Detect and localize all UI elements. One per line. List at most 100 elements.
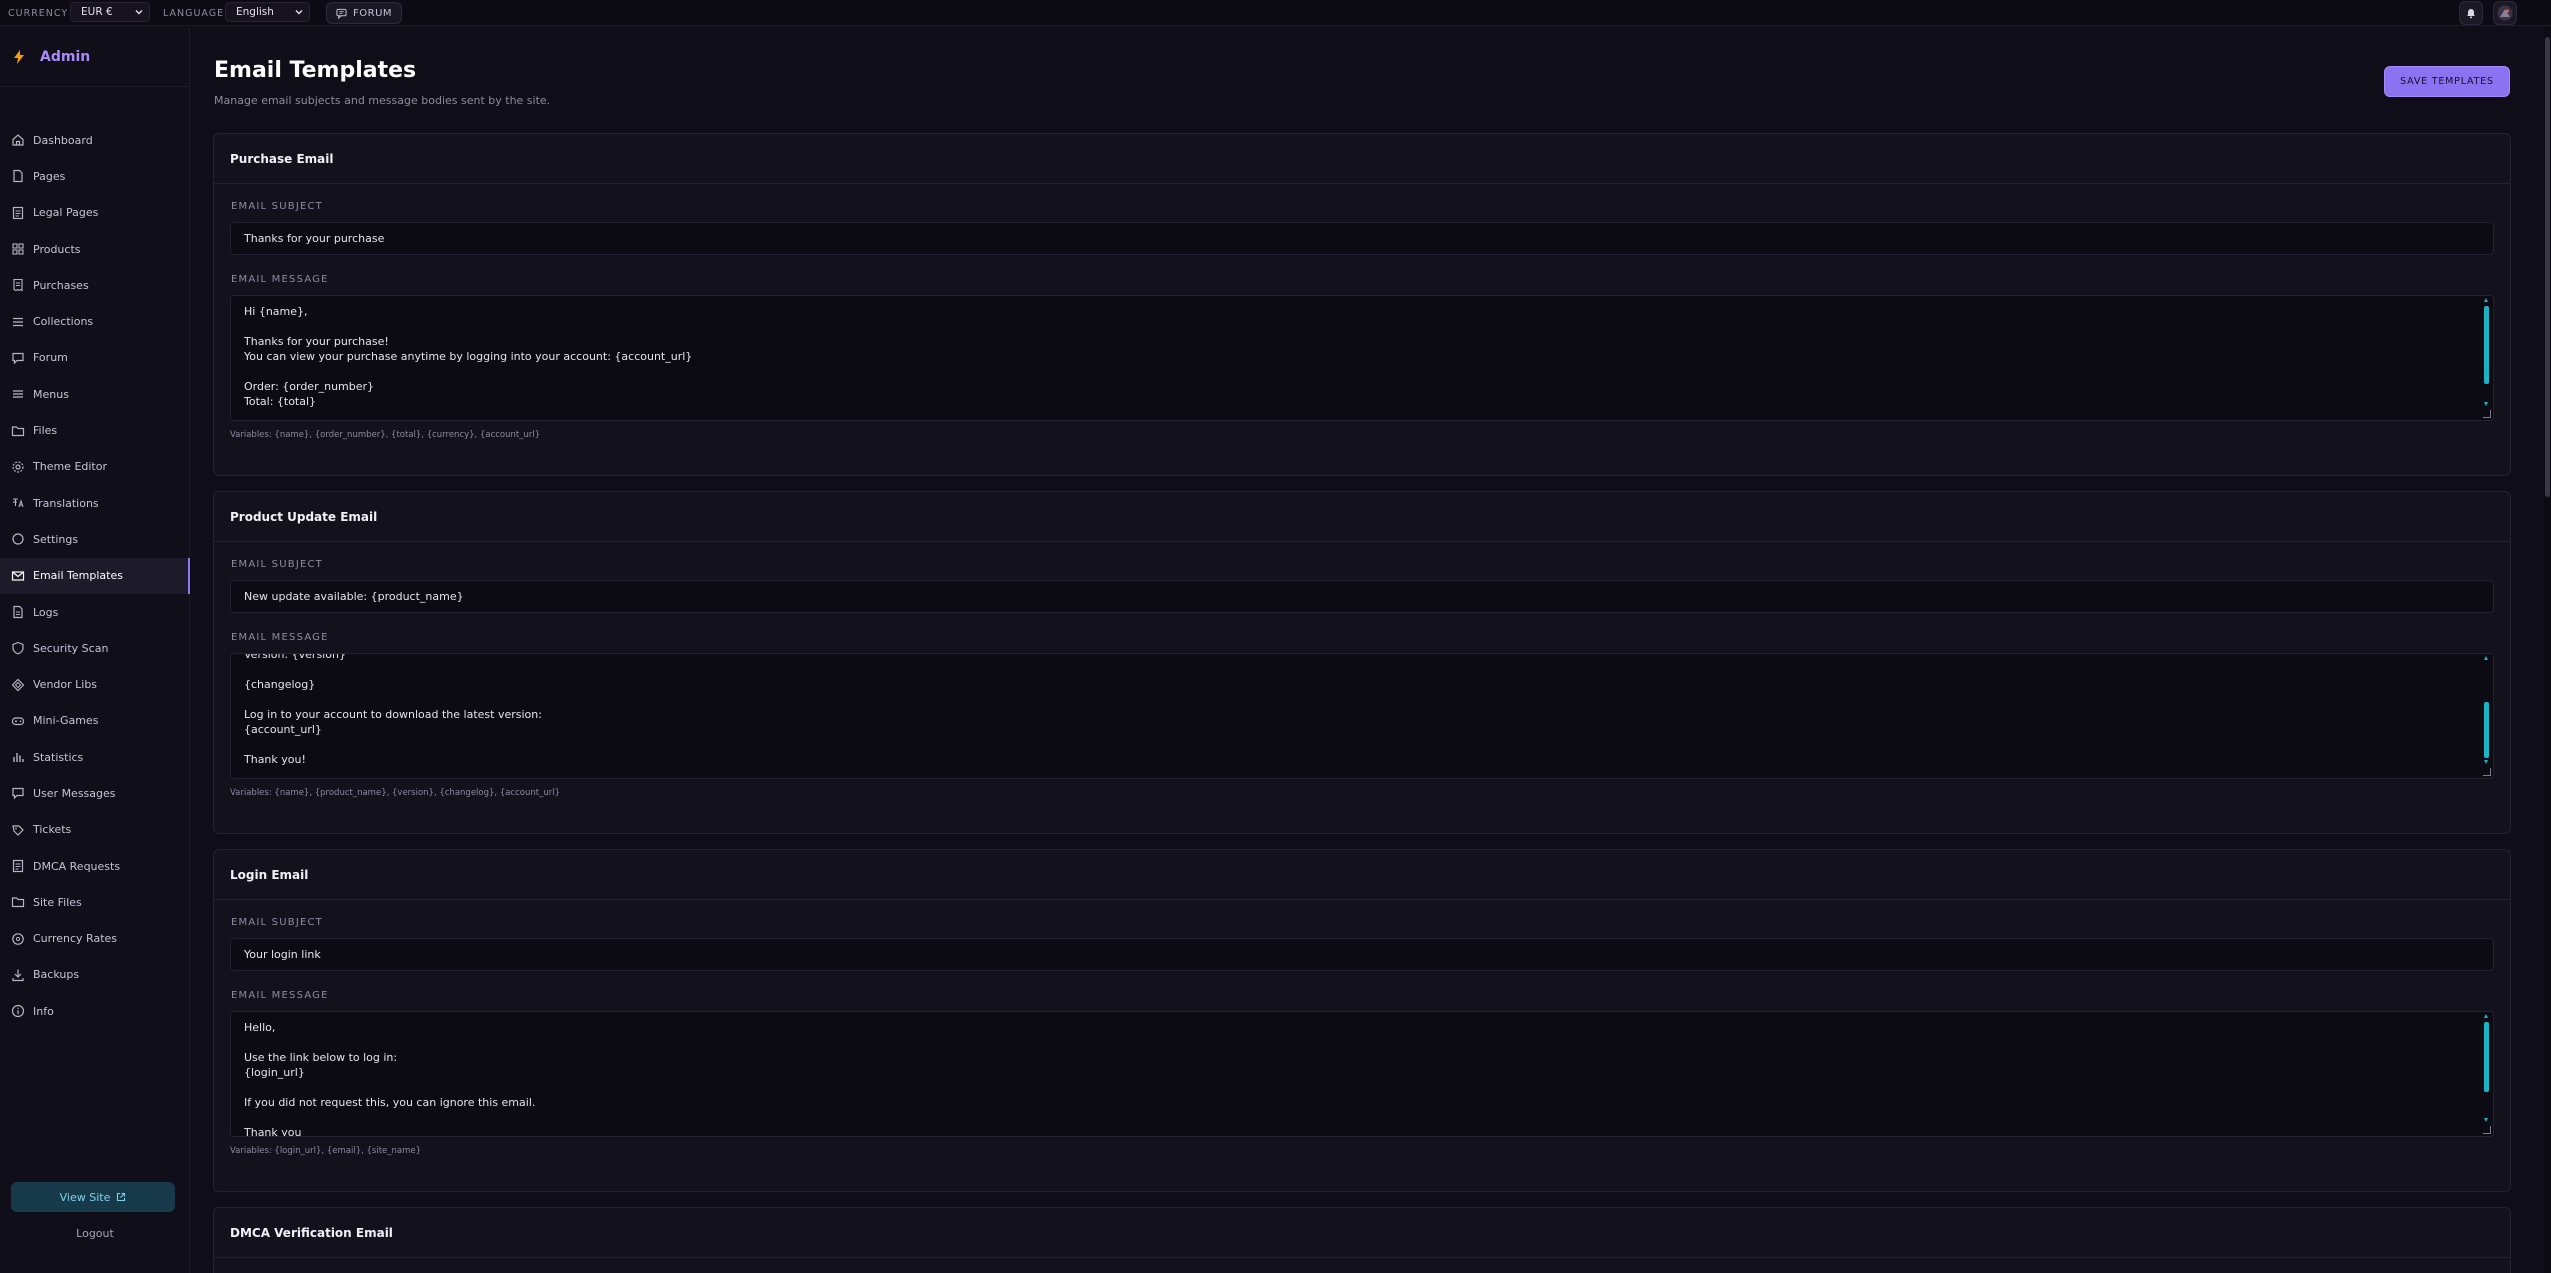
sidebar-item-menus[interactable]: Menus (0, 376, 190, 412)
sidebar-item-label: Translations (33, 496, 99, 510)
sidebar: Admin Dashboard Pages Legal Pages Produc… (0, 27, 190, 1273)
shield-icon (12, 642, 24, 655)
sidebar-item-label: Info (33, 1004, 54, 1018)
sidebar-nav: Dashboard Pages Legal Pages Products Pur… (0, 122, 190, 1029)
sidebar-item-label: Forum (33, 351, 68, 365)
download-icon (12, 969, 24, 982)
sidebar-item-settings[interactable]: Settings (0, 521, 190, 557)
forum-button[interactable]: FORUM (326, 2, 403, 24)
sidebar-item-legal-pages[interactable]: Legal Pages (0, 195, 190, 231)
email-subject-label: EMAIL SUBJECT (231, 201, 323, 212)
top-bar: CURRENCY EUR € LANGUAGE English FORUM (0, 0, 2551, 26)
sidebar-item-user-messages[interactable]: User Messages (0, 775, 190, 811)
page-subtitle: Manage email subjects and message bodies… (214, 94, 551, 107)
email-message-textarea[interactable]: Hello, Use the link below to log in: {lo… (230, 1011, 2494, 1137)
scroll-down-arrow[interactable] (2484, 1118, 2488, 1122)
page-scrollbar[interactable] (2544, 27, 2551, 1273)
sidebar-item-logs[interactable]: Logs (0, 594, 190, 630)
sidebar-item-purchases[interactable]: Purchases (0, 267, 190, 303)
save-templates-button[interactable]: SAVE TEMPLATES (2384, 66, 2510, 97)
bar-chart-icon (13, 753, 24, 763)
log-icon (13, 605, 23, 619)
sidebar-item-tickets[interactable]: Tickets (0, 812, 190, 848)
translate-icon (13, 498, 24, 508)
sidebar-item-pages[interactable]: Pages (0, 158, 190, 194)
message-icon (12, 788, 24, 800)
scroll-up-arrow[interactable] (2484, 656, 2488, 660)
sidebar-item-vendor-libs[interactable]: Vendor Libs (0, 666, 190, 702)
resize-grip-icon[interactable] (2483, 410, 2491, 418)
email-template-card: DMCA Verification Email (213, 1207, 2511, 1273)
sidebar-item-label: Email Templates (33, 569, 123, 583)
textarea-scrollbar[interactable] (2484, 656, 2489, 768)
menu-icon (13, 390, 23, 398)
sidebar-item-security-scan[interactable]: Security Scan (0, 630, 190, 666)
sidebar-item-label: Files (33, 424, 58, 438)
sidebar-item-label: Currency Rates (33, 932, 118, 946)
sidebar-item-products[interactable]: Products (0, 231, 190, 267)
resize-grip-icon[interactable] (2483, 1126, 2491, 1134)
currency-label: CURRENCY (8, 8, 69, 19)
scroll-thumb[interactable] (2484, 306, 2489, 384)
email-subject-label: EMAIL SUBJECT (231, 917, 323, 928)
sidebar-item-translations[interactable]: Translations (0, 485, 190, 521)
sidebar-item-dashboard[interactable]: Dashboard (0, 122, 190, 158)
variables-hint: Variables: {login_url}, {email}, {site_n… (230, 1146, 422, 1156)
brand-title: Admin (40, 49, 91, 65)
variables-hint: Variables: {name}, {order_number}, {tota… (230, 430, 541, 440)
language-select[interactable]: English (225, 2, 310, 22)
sidebar-item-info[interactable]: Info (0, 993, 190, 1029)
scroll-up-arrow[interactable] (2484, 1014, 2488, 1018)
card-title: DMCA Verification Email (214, 1208, 2510, 1258)
sidebar-item-label: DMCA Requests (33, 859, 121, 873)
logout-link[interactable]: Logout (0, 1227, 190, 1240)
sidebar-item-forum[interactable]: Forum (0, 340, 190, 376)
currency-select[interactable]: EUR € (70, 2, 150, 22)
scroll-down-arrow[interactable] (2484, 760, 2488, 764)
sidebar-item-mini-games[interactable]: Mini-Games (0, 703, 190, 739)
scroll-thumb[interactable] (2484, 702, 2489, 758)
sidebar-item-label: Legal Pages (33, 206, 99, 220)
resize-grip-icon[interactable] (2483, 768, 2491, 776)
email-message-textarea[interactable]: Version: {version} {changelog} Log in to… (230, 653, 2494, 779)
email-message-label: EMAIL MESSAGE (231, 990, 329, 1001)
list-icon (13, 317, 23, 326)
scroll-down-arrow[interactable] (2484, 402, 2488, 406)
email-message-textarea[interactable]: Hi {name}, Thanks for your purchase! You… (230, 295, 2494, 421)
page-title: Email Templates (214, 58, 417, 83)
sidebar-item-theme-editor[interactable]: Theme Editor (0, 449, 190, 485)
sidebar-item-collections[interactable]: Collections (0, 303, 190, 339)
ticket-icon (12, 825, 24, 836)
textarea-scrollbar[interactable] (2484, 298, 2489, 410)
sidebar-item-dmca-requests[interactable]: DMCA Requests (0, 848, 190, 884)
email-template-card: Product Update Email EMAIL SUBJECT New u… (213, 491, 2511, 834)
language-label: LANGUAGE (163, 8, 225, 19)
grid-icon (12, 243, 24, 255)
scroll-up-arrow[interactable] (2484, 298, 2488, 302)
brand[interactable]: Admin (14, 49, 90, 65)
sidebar-item-site-files[interactable]: Site Files (0, 884, 190, 920)
sidebar-item-label: Purchases (33, 278, 89, 292)
email-subject-input[interactable]: New update available: {product_name} (230, 580, 2494, 613)
scroll-thumb[interactable] (2484, 1022, 2489, 1092)
variables-hint: Variables: {name}, {product_name}, {vers… (230, 788, 560, 798)
sidebar-item-statistics[interactable]: Statistics (0, 739, 190, 775)
textarea-scrollbar[interactable] (2484, 1014, 2489, 1126)
email-template-card: Login Email EMAIL SUBJECT Your login lin… (213, 849, 2511, 1192)
sidebar-item-email-templates[interactable]: Email Templates (0, 557, 190, 595)
email-subject-input[interactable]: Your login link (230, 938, 2494, 971)
sidebar-item-files[interactable]: Files (0, 412, 190, 448)
email-subject-input[interactable]: Thanks for your purchase (230, 222, 2494, 255)
chevron-down-icon (135, 10, 143, 15)
view-site-button[interactable]: View Site (11, 1182, 175, 1212)
notifications-button[interactable] (2459, 1, 2483, 25)
page-scroll-thumb[interactable] (2545, 37, 2550, 497)
currency-value: EUR € (81, 6, 113, 18)
email-message-text: Version: {version} {changelog} Log in to… (244, 653, 542, 766)
sidebar-item-backups[interactable]: Backups (0, 957, 190, 993)
divider (0, 86, 189, 87)
user-avatar-button[interactable] (2493, 1, 2517, 25)
sidebar-item-currency-rates[interactable]: Currency Rates (0, 921, 190, 957)
external-link-icon (117, 1192, 126, 1202)
bolt-icon (14, 50, 24, 64)
